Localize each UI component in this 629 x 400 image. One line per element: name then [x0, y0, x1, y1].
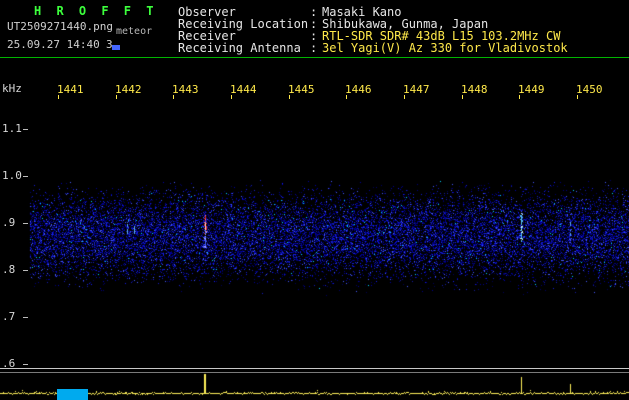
- capture-filename: UT2509271440.png: [7, 20, 113, 33]
- time-axis-tick: [346, 95, 347, 99]
- info-label: Receiving Antenna: [178, 41, 310, 55]
- activity-indicator-block: [57, 389, 88, 400]
- time-axis-tick: [462, 95, 463, 99]
- time-axis-tick: [231, 95, 232, 99]
- spectrogram-canvas: [0, 0, 629, 400]
- time-axis-tick: [289, 95, 290, 99]
- freq-axis-tick: [23, 129, 28, 130]
- freq-axis-tick: [23, 223, 28, 224]
- time-axis-label: 1449: [518, 83, 545, 96]
- time-axis-label: 1447: [403, 83, 430, 96]
- freq-axis-label: .7: [2, 310, 15, 323]
- freq-axis-tick: [23, 364, 28, 365]
- time-axis-tick: [577, 95, 578, 99]
- time-axis-label: 1441: [57, 83, 84, 96]
- info-value: 3el Yagi(V) Az 330 for Vladivostok: [322, 41, 568, 55]
- app-title: H R O F F T: [34, 4, 157, 18]
- freq-unit-label: kHz: [2, 82, 22, 95]
- time-axis-tick: [404, 95, 405, 99]
- header-divider: [0, 57, 629, 58]
- time-axis-label: 1444: [230, 83, 257, 96]
- freq-axis-label: 1.0: [2, 169, 22, 182]
- freq-axis-label: .8: [2, 263, 15, 276]
- time-axis-label: 1448: [461, 83, 488, 96]
- freq-axis-tick: [23, 270, 28, 271]
- plot-separator-lower: [0, 372, 629, 373]
- time-axis-label: 1443: [172, 83, 199, 96]
- cursor-block: [112, 45, 120, 50]
- freq-axis-label: .9: [2, 216, 15, 229]
- time-axis-tick: [58, 95, 59, 99]
- time-axis-tick: [116, 95, 117, 99]
- freq-axis-label: 1.1: [2, 122, 22, 135]
- plot-separator-upper: [0, 368, 629, 369]
- info-row-antenna: Receiving Antenna:3el Yagi(V) Az 330 for…: [178, 41, 568, 55]
- time-axis-label: 1446: [345, 83, 372, 96]
- time-axis-tick: [173, 95, 174, 99]
- time-axis-label: 1445: [288, 83, 315, 96]
- time-axis-tick: [519, 95, 520, 99]
- freq-axis-tick: [23, 176, 28, 177]
- hrofft-window: H R O F F T UT2509271440.png meteor 25.0…: [0, 0, 629, 400]
- freq-axis-tick: [23, 317, 28, 318]
- info-separator: :: [310, 41, 322, 55]
- datetime-label: 25.09.27 14:40: [7, 38, 100, 51]
- time-axis-label: 1442: [115, 83, 142, 96]
- mode-label: meteor: [116, 26, 152, 37]
- time-axis-label: 1450: [576, 83, 603, 96]
